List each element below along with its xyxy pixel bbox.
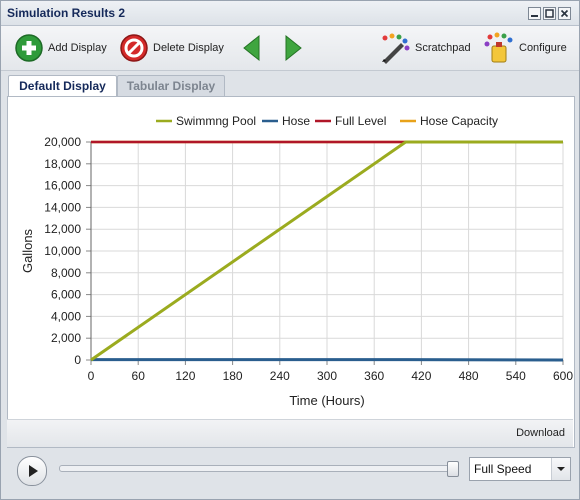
- scratchpad-button[interactable]: Scratchpad: [379, 32, 471, 64]
- delete-display-button[interactable]: Delete Display: [119, 32, 224, 64]
- play-icon: [29, 465, 38, 477]
- legend-entry: Swimmng Pool: [176, 114, 256, 128]
- toolbar: Add Display Delete Display Scratchpad Co…: [1, 26, 579, 71]
- configure-icon: [484, 32, 513, 63]
- next-button[interactable]: [284, 32, 304, 64]
- simulation-results-window: Simulation Results 2 Add Display Delete …: [0, 0, 580, 500]
- tab-default-display[interactable]: Default Display: [8, 75, 117, 97]
- title-bar[interactable]: Simulation Results 2: [1, 1, 579, 26]
- y-axis-label: Gallons: [20, 228, 35, 273]
- legend-entry: Hose Capacity: [420, 114, 498, 128]
- y-tick-label: 8,000: [51, 266, 81, 280]
- y-tick-label: 6,000: [51, 288, 81, 302]
- x-tick-label: 120: [175, 369, 195, 383]
- delete-display-label: Delete Display: [153, 42, 224, 54]
- y-tick-label: 4,000: [51, 309, 81, 323]
- play-button[interactable]: [17, 456, 47, 486]
- scratchpad-icon: [382, 33, 410, 64]
- x-tick-label: 480: [459, 369, 479, 383]
- y-tick-label: 16,000: [44, 179, 81, 193]
- playback-bar: Full Speed: [1, 448, 579, 499]
- speed-select[interactable]: Full Speed: [469, 457, 571, 481]
- chevron-down-icon[interactable]: [551, 458, 570, 480]
- add-icon: [15, 34, 43, 62]
- y-tick-label: 12,000: [44, 222, 81, 236]
- x-axis-label: Time (Hours): [289, 393, 364, 408]
- x-tick-label: 420: [411, 369, 431, 383]
- delete-icon: [120, 34, 148, 62]
- speed-value: Full Speed: [474, 462, 532, 476]
- x-tick-label: 240: [270, 369, 290, 383]
- download-link[interactable]: Download: [516, 427, 565, 439]
- x-tick-label: 600: [553, 369, 573, 383]
- arrow-right-icon: [285, 34, 302, 62]
- y-tick-label: 2,000: [51, 331, 81, 345]
- chart-panel: 0 2,000 4,000 6,000 8,000 10,000 12,000 14,000 1…: [7, 96, 575, 448]
- scratchpad-label: Scratchpad: [415, 42, 471, 54]
- x-tick-label: 300: [317, 369, 337, 383]
- x-tick-label: 180: [223, 369, 243, 383]
- window-title: Simulation Results 2: [7, 6, 126, 20]
- add-display-button[interactable]: Add Display: [14, 32, 107, 64]
- y-tick-label: 10,000: [44, 244, 81, 258]
- chart-footer: Download: [7, 419, 573, 447]
- timeline-slider-handle[interactable]: [447, 461, 459, 477]
- x-tick-label: 0: [88, 369, 95, 383]
- configure-label: Configure: [519, 42, 567, 54]
- legend-entry: Full Level: [335, 114, 386, 128]
- add-display-label: Add Display: [48, 42, 107, 54]
- tab-tabular-display[interactable]: Tabular Display: [117, 75, 225, 97]
- maximize-icon[interactable]: [543, 7, 556, 20]
- configure-button[interactable]: Configure: [483, 32, 567, 64]
- y-tick-label: 0: [74, 353, 81, 367]
- y-tick-label: 20,000: [44, 135, 81, 149]
- previous-button[interactable]: [241, 32, 261, 64]
- display-tabs: Default Display Tabular Display: [1, 71, 579, 97]
- x-tick-label: 60: [132, 369, 146, 383]
- legend-entry: Hose: [282, 114, 310, 128]
- y-tick-label: 14,000: [44, 200, 81, 214]
- arrow-left-icon: [243, 34, 260, 62]
- x-tick-label: 360: [364, 369, 384, 383]
- y-tick-label: 18,000: [44, 157, 81, 171]
- close-icon[interactable]: [558, 7, 571, 20]
- minimize-icon[interactable]: [528, 7, 541, 20]
- timeline-slider-track[interactable]: [59, 465, 459, 472]
- line-chart: 0 2,000 4,000 6,000 8,000 10,000 12,000 14,000 1…: [20, 114, 573, 408]
- x-tick-label: 540: [506, 369, 526, 383]
